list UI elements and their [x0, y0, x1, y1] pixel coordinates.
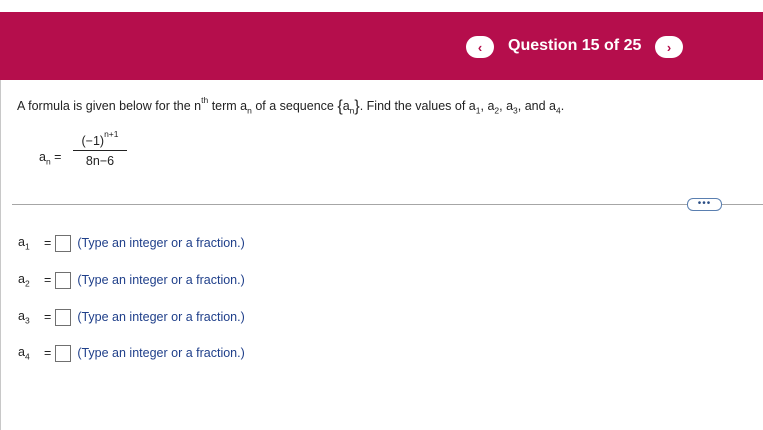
- answer-row-a3: a3 = (Type an integer or a fraction.): [18, 307, 245, 327]
- more-options-button[interactable]: •••: [687, 198, 722, 211]
- answer-input-a3[interactable]: [55, 308, 72, 326]
- answer-label-term: a: [18, 271, 25, 286]
- fraction-bar: [73, 150, 127, 152]
- answer-hint: (Type an integer or a fraction.): [77, 273, 245, 287]
- prompt-text-3: of a sequence: [251, 99, 338, 114]
- formula-fraction: (−1)n+1 8n−6: [73, 129, 127, 169]
- answer-row-a1: a1 = (Type an integer or a fraction.): [18, 233, 245, 253]
- prompt-text-2: term a: [208, 99, 248, 114]
- numerator-base: (−1): [81, 134, 105, 149]
- section-divider: [12, 204, 687, 205]
- question-prompt: A formula is given below for the nth ter…: [17, 95, 565, 116]
- answer-label: a2: [18, 272, 42, 289]
- formula-equals: =: [54, 150, 62, 164]
- numerator-exponent: n+1: [104, 129, 119, 139]
- prompt-text-6: , a: [499, 99, 514, 114]
- answer-label: a1: [18, 235, 42, 252]
- answer-label: a3: [18, 309, 42, 326]
- prompt-text-4: . Find the values of a: [359, 99, 476, 114]
- formula-lhs-term: a: [39, 150, 46, 164]
- answer-label-subscript: 4: [24, 351, 30, 362]
- formula-lhs-subscript: n: [45, 156, 51, 167]
- formula-numerator: (−1)n+1: [73, 129, 127, 150]
- answer-input-a4[interactable]: [55, 344, 72, 362]
- answer-hint: (Type an integer or a fraction.): [77, 236, 245, 250]
- answer-equals: =: [44, 310, 52, 324]
- answer-hint: (Type an integer or a fraction.): [77, 310, 245, 324]
- answer-label-term: a: [18, 308, 25, 323]
- prompt-text-end: .: [560, 99, 565, 114]
- answer-label-subscript: 3: [24, 315, 30, 326]
- answer-equals: =: [44, 273, 52, 287]
- chevron-right-icon: ›: [666, 39, 672, 55]
- formula-denominator: 8n−6: [85, 154, 115, 169]
- answer-label-term: a: [18, 344, 25, 359]
- answer-label-subscript: 1: [24, 241, 30, 252]
- next-question-button[interactable]: ›: [655, 36, 683, 58]
- answer-row-a2: a2 = (Type an integer or a fraction.): [18, 270, 245, 290]
- section-divider-right: [722, 204, 763, 205]
- previous-question-button[interactable]: ‹: [466, 36, 494, 58]
- formula-lhs: an =: [39, 150, 61, 167]
- answer-row-a4: a4 = (Type an integer or a fraction.): [18, 343, 245, 363]
- answer-hint: (Type an integer or a fraction.): [77, 346, 245, 360]
- answer-label-term: a: [18, 234, 25, 249]
- answer-label-subscript: 2: [24, 278, 30, 289]
- prompt-text-7: , and a: [517, 99, 557, 114]
- prompt-text-1: A formula is given below for the n: [17, 99, 202, 114]
- answer-equals: =: [44, 346, 52, 360]
- question-counter: Question 15 of 25: [508, 37, 642, 54]
- header-bar: [0, 12, 763, 80]
- answer-equals: =: [44, 236, 52, 250]
- prompt-text-5: , a: [480, 99, 495, 114]
- prompt-superscript-th: th: [201, 95, 209, 105]
- answer-input-a2[interactable]: [55, 271, 72, 289]
- sequence-term: a: [342, 99, 350, 114]
- answer-label: a4: [18, 345, 42, 362]
- chevron-left-icon: ‹: [477, 39, 483, 55]
- answer-input-a1[interactable]: [55, 234, 72, 252]
